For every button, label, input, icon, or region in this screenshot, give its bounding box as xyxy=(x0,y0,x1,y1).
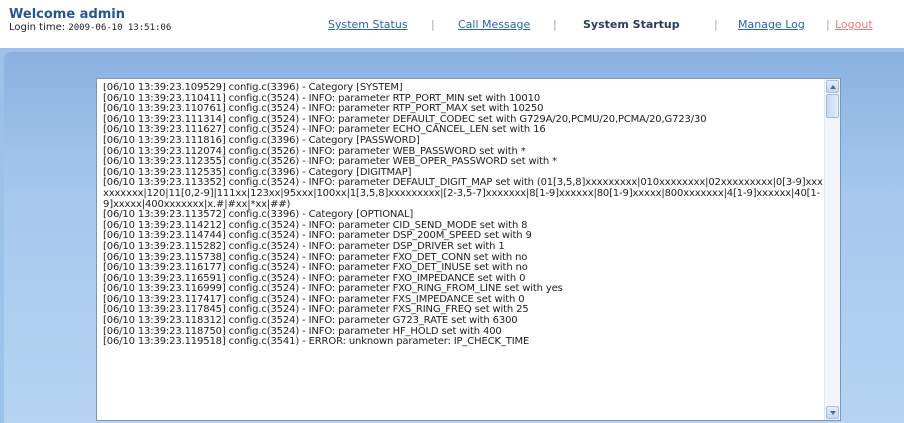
log-line: [06/10 13:39:23.109529] config.c(3396) -… xyxy=(103,83,403,93)
nav-logout-link[interactable]: Logout xyxy=(835,17,873,33)
log-line: [06/10 13:39:23.115282] config.c(3524) -… xyxy=(103,240,505,252)
nav-system-status-link[interactable]: System Status xyxy=(328,17,408,33)
log-line: [06/10 13:39:23.119518] config.c(3541) -… xyxy=(103,336,530,348)
log-line: [06/10 13:39:23.113352] config.c(3524) -… xyxy=(103,177,823,210)
nav-separator: | xyxy=(553,18,557,31)
scroll-thumb[interactable] xyxy=(826,94,839,118)
arrow-up-icon xyxy=(830,85,836,89)
log-scrollbar[interactable] xyxy=(824,79,840,420)
nav-system-startup-current: System Startup xyxy=(583,18,680,31)
log-content: [06/10 13:39:23.109529] config.c(3396) -… xyxy=(103,83,825,419)
header-bar: Welcome admin Login time: 2009-06-10 13:… xyxy=(0,0,904,48)
startup-log-textarea[interactable]: [06/10 13:39:23.109529] config.c(3396) -… xyxy=(96,78,841,421)
nav-separator: | xyxy=(431,18,435,31)
top-nav: System Status | Call Message | System St… xyxy=(0,17,904,33)
log-line: [06/10 13:39:23.111816] config.c(3396) -… xyxy=(103,134,420,146)
nav-call-message-link[interactable]: Call Message xyxy=(458,17,530,33)
arrow-down-icon xyxy=(830,411,836,415)
scroll-down-button[interactable] xyxy=(826,406,839,419)
nav-separator: | xyxy=(714,18,718,31)
nav-separator: | xyxy=(826,18,830,31)
scroll-up-button[interactable] xyxy=(826,80,839,93)
nav-manage-log-link[interactable]: Manage Log xyxy=(738,17,805,33)
